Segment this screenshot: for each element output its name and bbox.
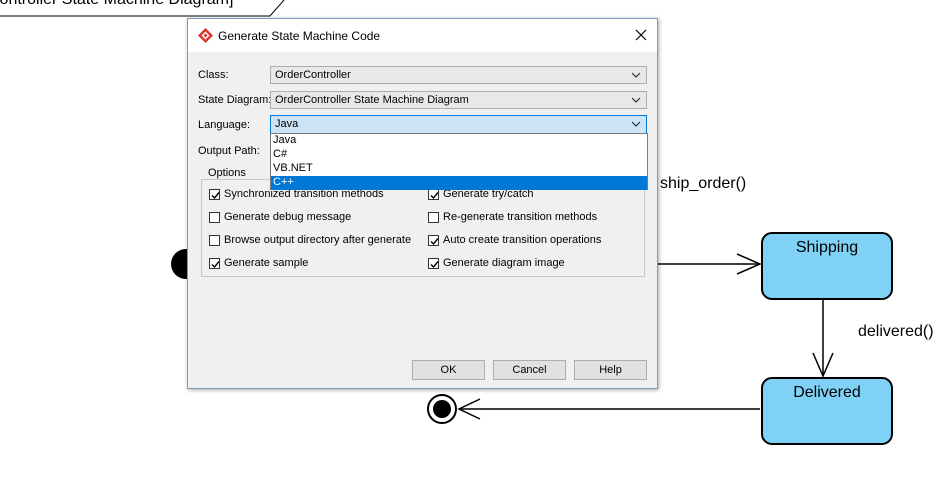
- state-diagram-select-value: OrderController State Machine Diagram: [275, 94, 469, 106]
- language-label: Language:: [198, 119, 250, 131]
- dialog-title: Generate State Machine Code: [218, 29, 381, 43]
- help-button[interactable]: Help: [574, 360, 647, 380]
- class-label: Class:: [198, 69, 229, 81]
- option-generate-debug-message[interactable]: Generate debug message: [209, 211, 351, 223]
- state-diagram-label: State Diagram:: [198, 94, 272, 106]
- state-delivered-label: Delivered: [793, 384, 861, 401]
- chevron-down-icon: [631, 97, 641, 103]
- class-select-value: OrderController: [275, 69, 351, 81]
- state-delivered[interactable]: Delivered: [761, 377, 893, 445]
- class-select[interactable]: OrderController: [270, 66, 647, 84]
- checkbox[interactable]: [428, 257, 439, 269]
- close-icon: [635, 29, 647, 41]
- checkbox[interactable]: [428, 234, 439, 246]
- options-title: Options: [206, 167, 248, 179]
- checkbox[interactable]: [428, 188, 439, 200]
- app-logo-icon: [198, 28, 213, 43]
- checkbox[interactable]: [209, 257, 220, 269]
- option-auto-create-transition-operations[interactable]: Auto create transition operations: [428, 234, 601, 246]
- state-shipping[interactable]: Shipping: [761, 232, 893, 300]
- option-label: Auto create transition operations: [443, 234, 602, 246]
- state-shipping-label: Shipping: [795, 239, 859, 256]
- option-label: Re-generate transition methods: [443, 211, 598, 223]
- option-label: Generate sample: [224, 257, 309, 269]
- frame-title: Controller State Machine Diagram]: [0, 0, 276, 12]
- language-option-csharp[interactable]: C#: [271, 148, 647, 162]
- close-button[interactable]: [625, 19, 657, 51]
- cancel-button[interactable]: Cancel: [493, 360, 566, 380]
- checkbox[interactable]: [209, 234, 220, 246]
- option-generate-sample[interactable]: Generate sample: [209, 257, 308, 269]
- option-label: Generate debug message: [224, 211, 352, 223]
- dialog-titlebar[interactable]: Generate State Machine Code: [188, 19, 657, 52]
- language-option-java[interactable]: Java: [271, 134, 647, 148]
- option-generate-diagram-image[interactable]: Generate diagram image: [428, 257, 565, 269]
- option-browse-output-directory[interactable]: Browse output directory after generate: [209, 234, 411, 246]
- language-option-cpp[interactable]: C++: [271, 176, 647, 190]
- checkbox[interactable]: [209, 188, 220, 200]
- chevron-down-icon: [631, 121, 641, 127]
- output-path-label: Output Path:: [198, 145, 260, 157]
- option-label: Generate diagram image: [443, 257, 565, 269]
- state-diagram-select[interactable]: OrderController State Machine Diagram: [270, 91, 647, 109]
- checkbox[interactable]: [428, 211, 439, 223]
- language-select[interactable]: Java: [270, 115, 647, 134]
- final-node-core: [433, 400, 451, 418]
- generate-code-dialog: Generate State Machine Code Class: Order…: [187, 18, 658, 389]
- ok-button[interactable]: OK: [412, 360, 485, 380]
- language-option-vbnet[interactable]: VB.NET: [271, 162, 647, 176]
- checkbox[interactable]: [209, 211, 220, 223]
- option-label: Browse output directory after generate: [224, 234, 412, 246]
- transition-ship-label[interactable]: ship_order(): [660, 175, 746, 193]
- transition-delivered-label[interactable]: delivered(): [858, 323, 934, 341]
- language-dropdown-list[interactable]: Java C# VB.NET C++: [270, 133, 648, 190]
- option-regenerate-transition-methods[interactable]: Re-generate transition methods: [428, 211, 597, 223]
- chevron-down-icon: [631, 72, 641, 78]
- language-select-value: Java: [275, 118, 299, 130]
